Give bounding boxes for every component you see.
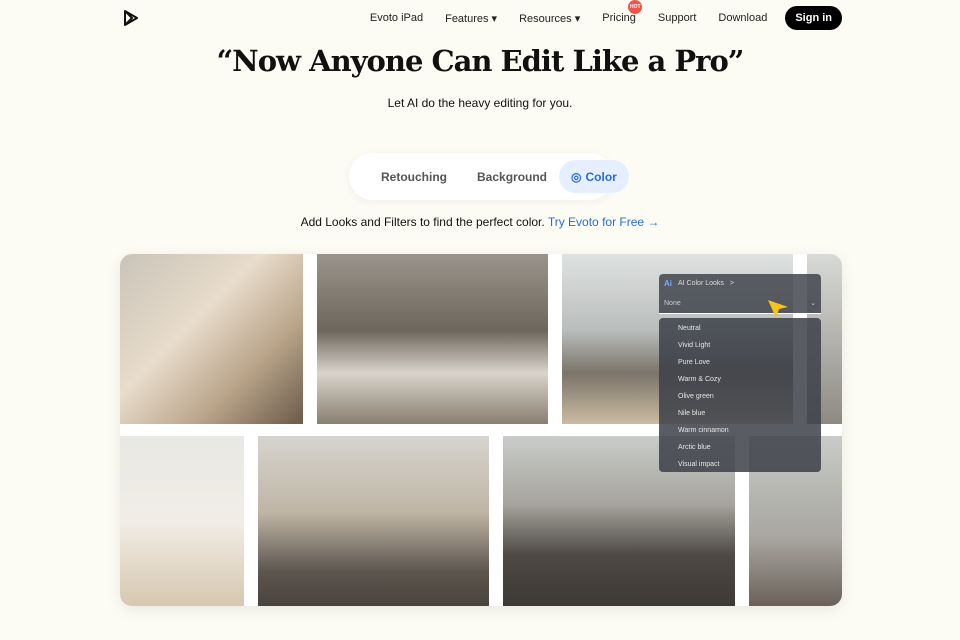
tab-color-label: Color (585, 169, 617, 184)
nav-resources[interactable]: Resources ▾ (519, 12, 580, 25)
chevron-right-icon: > (729, 280, 735, 287)
nav-support[interactable]: Support (658, 12, 697, 24)
palette-icon: ◎ (571, 169, 582, 184)
option-pure-love[interactable]: Pure Love (659, 354, 821, 371)
feature-tabs: Retouching Background ◎ Color (349, 153, 629, 200)
option-arctic-blue[interactable]: Arctic blue (659, 439, 821, 456)
option-warm-cozy[interactable]: Warm & Cozy (659, 371, 821, 388)
option-vivid-light[interactable]: Vivid Light (659, 337, 821, 354)
option-visual-impact[interactable]: Visual impact (659, 456, 821, 473)
ai-color-looks-panel: Ai AI Color Looks > None ⌄ (659, 274, 821, 314)
top-nav: Evoto iPad Features ▾ Resources ▾ Pricin… (348, 0, 842, 36)
tab-retouching[interactable]: Retouching (369, 160, 459, 193)
nav-download[interactable]: Download (718, 12, 767, 24)
tab-color[interactable]: ◎ Color (559, 160, 629, 193)
evoto-logo[interactable] (122, 9, 140, 27)
ai-logo: Ai (664, 279, 672, 288)
chevron-down-icon: ⌄ (810, 300, 816, 307)
photo (120, 254, 303, 424)
try-free-link[interactable]: Try Evoto for Free → (548, 215, 660, 229)
nav-evoto-ipad[interactable]: Evoto iPad (370, 12, 423, 24)
option-olive-green[interactable]: Olive green (659, 388, 821, 405)
option-nile-blue[interactable]: Nile blue (659, 405, 821, 422)
option-neutral[interactable]: Neutral (659, 320, 821, 337)
panel-header[interactable]: Ai AI Color Looks > (659, 274, 821, 293)
nav-features[interactable]: Features ▾ (445, 12, 497, 25)
hero-subtitle: Let AI do the heavy editing for you. (387, 96, 573, 110)
panel-title: AI Color Looks (678, 280, 724, 287)
tagline-text: Add Looks and Filters to find the perfec… (300, 215, 545, 229)
hot-badge: HOT (628, 0, 643, 14)
looks-dropdown[interactable]: None ⌄ (659, 293, 821, 314)
sign-in-button[interactable]: Sign in (785, 6, 842, 30)
option-warm-cinnamon[interactable]: Warm cinnamon (659, 422, 821, 439)
hero-title: “Now Anyone Can Edit Like a Pro” (216, 44, 745, 78)
photo (317, 254, 548, 424)
photo (120, 436, 244, 606)
photo (258, 436, 489, 606)
nav-pricing-label: Pricing (602, 12, 636, 24)
nav-pricing[interactable]: Pricing HOT (602, 0, 643, 24)
dropdown-value: None (664, 299, 681, 307)
tagline: Add Looks and Filters to find the perfec… (0, 215, 960, 229)
tab-background[interactable]: Background (465, 160, 559, 193)
looks-options-list: Neutral Vivid Light Pure Love Warm & Coz… (659, 318, 821, 472)
cursor-arrow-icon (768, 300, 788, 318)
